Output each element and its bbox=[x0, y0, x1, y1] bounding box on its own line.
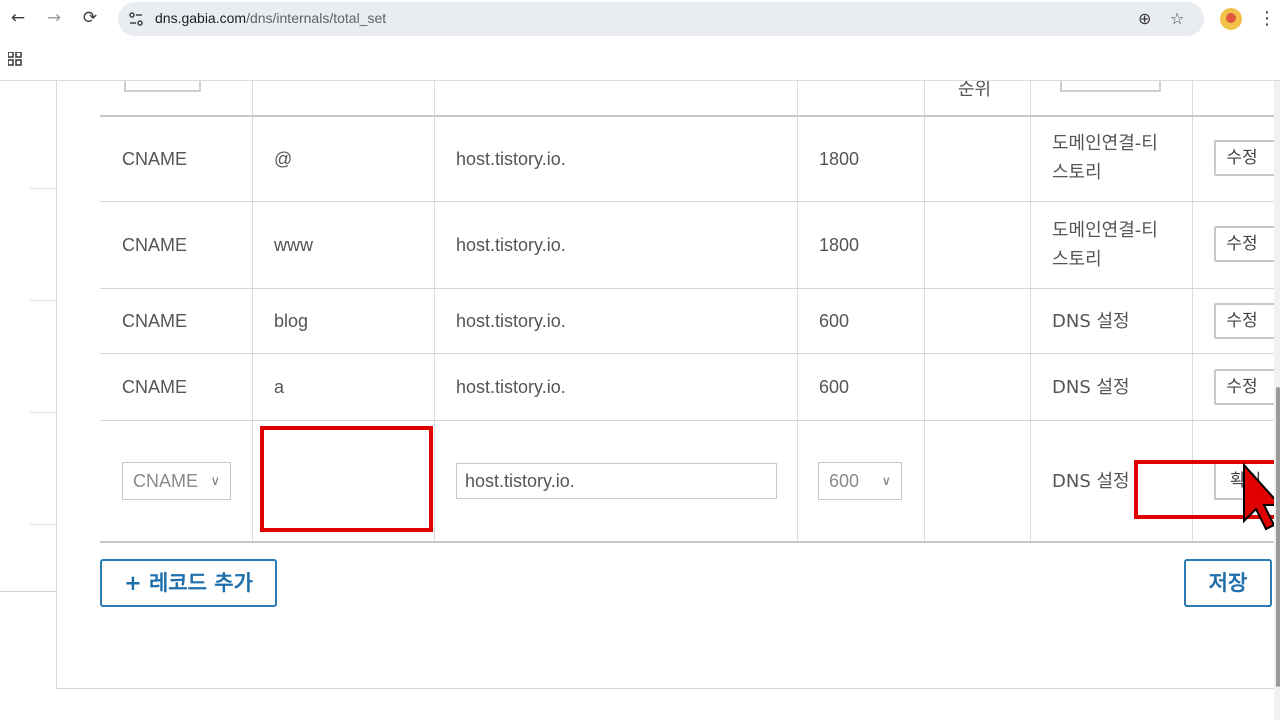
service-line: 스토리 bbox=[1052, 249, 1102, 270]
chevron-down-icon: ∨ bbox=[210, 473, 220, 488]
header-input-partial bbox=[1060, 81, 1161, 92]
row-divider bbox=[100, 201, 1274, 202]
save-button[interactable]: 저장 bbox=[1184, 559, 1272, 607]
add-record-button[interactable]: + 레코드 추가 bbox=[100, 559, 277, 607]
host-input-highlight[interactable] bbox=[260, 426, 433, 532]
url-path: /dns/internals/total_set bbox=[246, 10, 387, 26]
record-value: host.tistory.io. bbox=[456, 311, 566, 331]
profile-avatar[interactable] bbox=[1220, 8, 1242, 30]
reload-icon[interactable]: ⟳ bbox=[80, 8, 100, 28]
site-settings-icon[interactable] bbox=[128, 11, 144, 27]
url-text: dns.gabia.com/dns/internals/total_set bbox=[155, 10, 386, 26]
header-select-partial bbox=[124, 81, 201, 92]
record-service: 도메인연결-티스토리 bbox=[1052, 216, 1158, 274]
record-value: host.tistory.io. bbox=[456, 149, 566, 169]
column-divider bbox=[1030, 81, 1031, 541]
browser-menu-icon[interactable]: ⋮ bbox=[1258, 8, 1276, 29]
card-border bbox=[56, 688, 1280, 689]
sidebar-divider bbox=[30, 300, 56, 301]
scrollbar-thumb[interactable] bbox=[1276, 387, 1280, 687]
bookmarks-bar bbox=[0, 38, 1280, 81]
ttl-select[interactable]: 600 ∨ bbox=[818, 462, 902, 500]
record-type: CNAME bbox=[122, 377, 188, 397]
record-value-input[interactable]: host.tistory.io. bbox=[456, 463, 777, 499]
sidebar-divider bbox=[30, 412, 56, 413]
edit-button[interactable]: 수정 bbox=[1214, 226, 1276, 262]
record-ttl: 1800 bbox=[819, 235, 860, 255]
url-domain: dns.gabia.com bbox=[155, 10, 247, 26]
dns-settings-page: 순위 CNAME @ host.tistory.io. 1800 도메인연결-티… bbox=[0, 81, 1280, 720]
bookmark-star-icon[interactable]: ☆ bbox=[1170, 9, 1184, 28]
record-service: DNS 설정 bbox=[1052, 311, 1130, 332]
row-divider bbox=[100, 420, 1274, 421]
priority-header: 순위 bbox=[958, 81, 992, 100]
column-divider bbox=[434, 81, 435, 541]
record-service: DNS 설정 bbox=[1052, 377, 1130, 398]
record-host: @ bbox=[274, 149, 293, 169]
record-type-select[interactable]: CNAME ∨ bbox=[122, 462, 231, 500]
forward-arrow-icon[interactable]: → bbox=[44, 8, 64, 28]
record-value: host.tistory.io. bbox=[456, 377, 566, 397]
service-line: 도메인연결-티 bbox=[1052, 133, 1158, 154]
service-line: 도메인연결-티 bbox=[1052, 220, 1158, 241]
record-type: CNAME bbox=[122, 235, 188, 255]
record-ttl: 1800 bbox=[819, 149, 860, 169]
browser-toolbar: ← → ⟳ dns.gabia.com/dns/internals/total_… bbox=[0, 0, 1280, 38]
back-arrow-icon[interactable]: ← bbox=[8, 8, 28, 28]
column-divider bbox=[797, 81, 798, 541]
sidebar-divider bbox=[30, 188, 56, 189]
row-divider bbox=[100, 541, 1274, 543]
apps-grid-icon[interactable] bbox=[8, 52, 22, 66]
record-host: a bbox=[274, 377, 285, 397]
service-line: 스토리 bbox=[1052, 162, 1102, 183]
record-service: 도메인연결-티스토리 bbox=[1052, 129, 1158, 187]
column-divider bbox=[252, 81, 253, 541]
edit-button[interactable]: 수정 bbox=[1214, 140, 1276, 176]
address-bar[interactable]: dns.gabia.com/dns/internals/total_set ⊕ … bbox=[118, 2, 1204, 36]
record-host: www bbox=[274, 235, 313, 255]
ttl-select-value: 600 bbox=[829, 471, 860, 491]
row-divider bbox=[100, 115, 1274, 117]
new-record-service: DNS 설정 bbox=[1052, 471, 1130, 492]
sidebar-divider bbox=[30, 524, 56, 525]
record-host: blog bbox=[274, 311, 309, 331]
record-type: CNAME bbox=[122, 311, 188, 331]
zoom-icon[interactable]: ⊕ bbox=[1138, 9, 1151, 28]
sidebar-divider bbox=[0, 591, 56, 592]
record-type-select-value: CNAME bbox=[133, 471, 199, 491]
record-value: host.tistory.io. bbox=[456, 235, 566, 255]
row-divider bbox=[100, 288, 1274, 289]
edit-button[interactable]: 수정 bbox=[1214, 303, 1276, 339]
record-ttl: 600 bbox=[819, 311, 850, 331]
chevron-down-icon: ∨ bbox=[881, 473, 891, 488]
record-ttl: 600 bbox=[819, 377, 850, 397]
column-divider bbox=[924, 81, 925, 541]
card-border bbox=[56, 81, 57, 689]
record-type: CNAME bbox=[122, 149, 188, 169]
row-divider bbox=[100, 353, 1274, 354]
edit-button[interactable]: 수정 bbox=[1214, 369, 1276, 405]
